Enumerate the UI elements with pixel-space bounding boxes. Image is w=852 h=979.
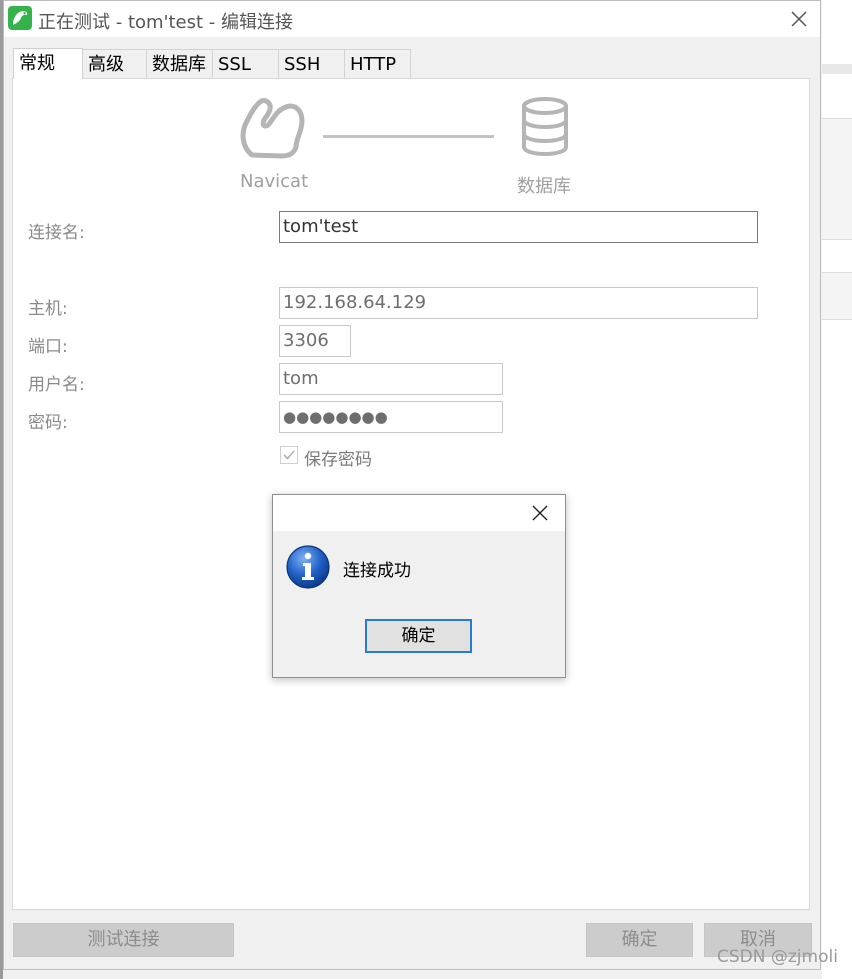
dialog-close-button[interactable] xyxy=(530,503,550,523)
close-icon xyxy=(532,505,548,521)
tab-general[interactable]: 常规 xyxy=(13,48,83,79)
navicat-app-icon xyxy=(8,6,32,30)
dialog-ok-button[interactable]: 确定 xyxy=(365,619,472,653)
username-input[interactable]: tom xyxy=(279,363,503,395)
port-label: 端口: xyxy=(28,337,68,357)
connection-success-dialog: 连接成功 确定 xyxy=(272,494,566,678)
password-label: 密码: xyxy=(28,413,68,433)
username-label: 用户名: xyxy=(28,375,85,395)
ok-button[interactable]: 确定 xyxy=(586,923,693,957)
database-label: 数据库 xyxy=(517,176,571,197)
connection-line xyxy=(323,135,494,138)
save-password-label[interactable]: 保存密码 xyxy=(304,445,372,470)
info-icon xyxy=(286,545,330,589)
title-bar[interactable]: 正在测试 - tom'test - 编辑连接 xyxy=(4,1,820,37)
dialog-title-bar[interactable] xyxy=(273,495,565,531)
save-password-checkbox[interactable] xyxy=(280,446,298,464)
tab-ssh[interactable]: SSH xyxy=(278,49,345,79)
tab-advanced[interactable]: 高级 xyxy=(82,49,147,79)
dialog-message: 连接成功 xyxy=(343,561,411,581)
navicat-label: Navicat xyxy=(240,171,309,192)
tab-http[interactable]: HTTP xyxy=(344,49,411,79)
tab-databases[interactable]: 数据库 xyxy=(146,49,213,79)
host-label: 主机: xyxy=(28,299,68,319)
navicat-logo-icon xyxy=(240,98,305,159)
test-connection-button[interactable]: 测试连接 xyxy=(13,923,234,957)
port-input[interactable]: 3306 xyxy=(279,325,351,357)
window-title: 正在测试 - tom'test - 编辑连接 xyxy=(38,12,293,33)
password-input[interactable]: ●●●●●●●● xyxy=(279,401,503,433)
connection-name-input[interactable]: tom'test xyxy=(279,211,758,243)
checkmark-icon xyxy=(283,450,295,460)
connection-name-label: 连接名: xyxy=(28,223,85,243)
database-icon xyxy=(522,97,568,157)
host-input[interactable]: 192.168.64.129 xyxy=(279,287,758,319)
window-close-button[interactable] xyxy=(787,7,811,31)
close-icon xyxy=(791,11,807,27)
tab-ssl[interactable]: SSL xyxy=(212,49,279,79)
watermark: CSDN @zjmoli xyxy=(717,947,838,967)
background-window-strip xyxy=(822,0,852,979)
